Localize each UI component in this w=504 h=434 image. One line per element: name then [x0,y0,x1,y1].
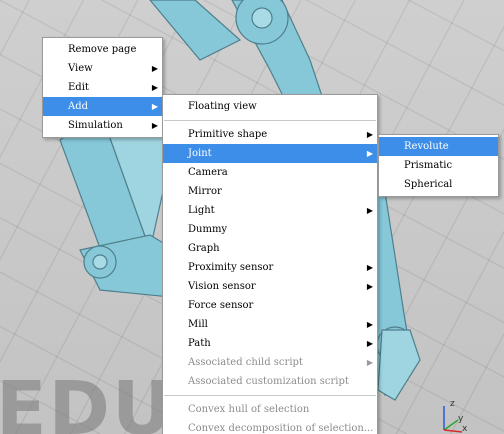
menu-item-label: Convex hull of selection [188,404,310,415]
submenu-arrow-icon: ▶ [151,121,158,130]
menu-item-label: Revolute [404,141,449,152]
menu-item-label: Simulation [68,120,123,131]
menu-item-light[interactable]: Light ▶ [163,201,377,220]
menu-separator [164,395,376,396]
menu-item-associated-child-script: Associated child script ▶ [163,353,377,372]
submenu-arrow-icon: ▶ [366,149,373,158]
menu-item-label: Mill [188,319,208,330]
menu-item-joint[interactable]: Joint ▶ [163,144,377,163]
menu-item-floating-view[interactable]: Floating view [163,97,377,116]
menu-item-add[interactable]: Add ▶ [43,97,162,116]
menu-item-associated-customization-script: Associated customization script [163,372,377,391]
menu-item-label: Mirror [188,186,222,197]
menu-item-label: Vision sensor [188,281,256,292]
menu-item-simulation[interactable]: Simulation ▶ [43,116,162,135]
menu-item-mill[interactable]: Mill ▶ [163,315,377,334]
menu-item-convex-decomposition: Convex decomposition of selection... [163,419,377,434]
menu-item-label: Spherical [404,179,453,190]
menu-item-label: Force sensor [188,300,254,311]
menu-item-label: Graph [188,243,220,254]
submenu-arrow-icon: ▶ [366,339,373,348]
submenu-arrow-icon: ▶ [366,263,373,272]
submenu-arrow-icon: ▶ [366,130,373,139]
menu-item-label: Associated child script [188,357,303,368]
menu-item-mirror[interactable]: Mirror [163,182,377,201]
submenu-arrow-icon: ▶ [366,320,373,329]
menu-item-graph[interactable]: Graph [163,239,377,258]
axis-label-x: x [462,424,468,434]
edu-watermark: EDU [0,366,175,434]
menu-item-label: Edit [68,82,89,93]
context-menu: Remove page View ▶ Edit ▶ Add ▶ Simulation ▶ [42,37,163,138]
menu-item-label: Convex decomposition of selection... [188,423,374,434]
menu-item-label: Path [188,338,211,349]
menu-item-label: Associated customization script [188,376,349,387]
menu-item-remove-page[interactable]: Remove page [43,40,162,59]
menu-item-proximity-sensor[interactable]: Proximity sensor ▶ [163,258,377,277]
menu-item-label: Add [68,101,89,112]
menu-item-vision-sensor[interactable]: Vision sensor ▶ [163,277,377,296]
menu-item-label: Proximity sensor [188,262,274,273]
menu-item-label: Light [188,205,215,216]
submenu-arrow-icon: ▶ [151,102,158,111]
menu-item-convex-hull: Convex hull of selection [163,400,377,419]
menu-item-label: Primitive shape [188,129,268,140]
submenu-arrow-icon: ▶ [151,83,158,92]
menu-item-revolute[interactable]: Revolute [379,137,498,156]
joint-submenu: Revolute Prismatic Spherical [378,134,499,197]
menu-item-edit[interactable]: Edit ▶ [43,78,162,97]
menu-separator [164,120,376,121]
menu-item-force-sensor[interactable]: Force sensor [163,296,377,315]
add-submenu: Floating view Primitive shape ▶ Joint ▶ Ca… [162,94,378,434]
menu-item-prismatic[interactable]: Prismatic [379,156,498,175]
menu-item-label: Joint [188,148,212,159]
axis-label-y: y [458,414,464,424]
axis-label-z: z [450,399,455,409]
menu-item-label: Remove page [68,44,137,55]
submenu-arrow-icon: ▶ [366,282,373,291]
menu-item-label: Dummy [188,224,228,235]
menu-item-label: Prismatic [404,160,453,171]
menu-item-label: Floating view [188,101,257,112]
menu-item-primitive-shape[interactable]: Primitive shape ▶ [163,125,377,144]
upper-link [149,0,242,61]
menu-item-label: Camera [188,167,228,178]
menu-item-view[interactable]: View ▶ [43,59,162,78]
menu-item-camera[interactable]: Camera [163,163,377,182]
menu-item-spherical[interactable]: Spherical [379,175,498,194]
menu-item-path[interactable]: Path ▶ [163,334,377,353]
submenu-arrow-icon: ▶ [366,206,373,215]
submenu-arrow-icon: ▶ [366,358,373,367]
menu-item-dummy[interactable]: Dummy [163,220,377,239]
submenu-arrow-icon: ▶ [151,64,158,73]
menu-item-label: View [68,63,93,74]
